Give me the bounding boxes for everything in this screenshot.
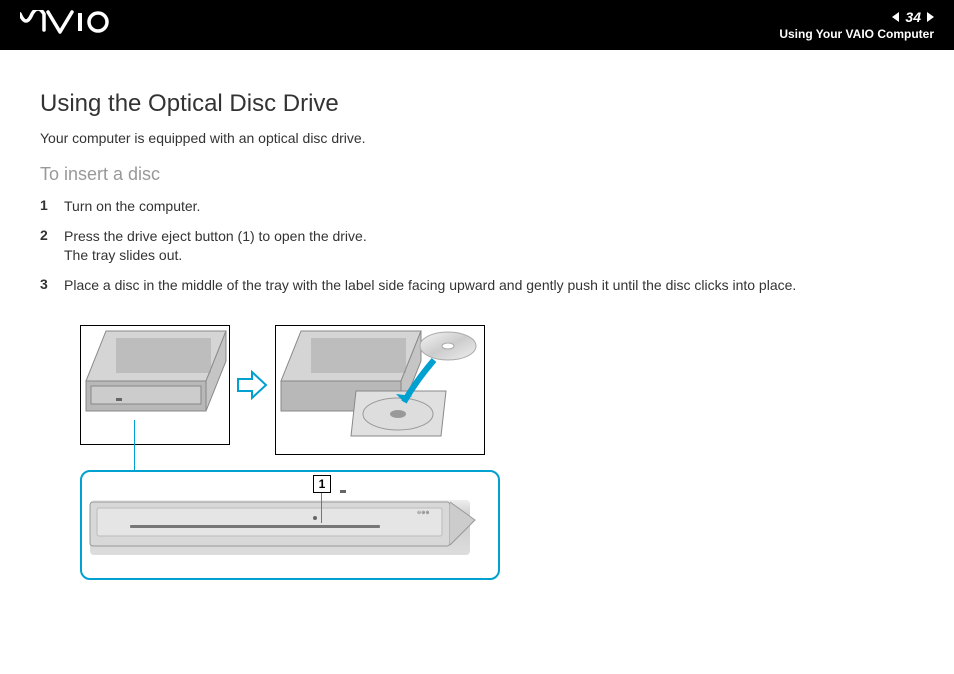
side-panel-illustration: ⊖⊕⊕ [90, 500, 470, 555]
step-text: Place a disc in the middle of the tray w… [64, 276, 914, 296]
callout-label: 1 [313, 475, 331, 493]
step-number: 3 [40, 276, 64, 296]
page-number: 34 [905, 9, 921, 25]
step-number: 2 [40, 227, 64, 266]
subtitle: To insert a disc [40, 164, 914, 185]
steps-list: 1 Turn on the computer. 2 Press the driv… [40, 197, 914, 295]
step-text: Turn on the computer. [64, 197, 914, 217]
step-text: Press the drive eject button (1) to open… [64, 227, 914, 266]
callout-line [321, 493, 322, 523]
header-right: 34 Using Your VAIO Computer [779, 9, 934, 41]
step-item: 2 Press the drive eject button (1) to op… [40, 227, 914, 266]
illustration: ⊖⊕⊕ 1 [70, 315, 520, 585]
sequence-arrow-icon [236, 370, 266, 400]
laptop-open-tray-illustration [275, 325, 485, 455]
page-nav: 34 [779, 9, 934, 25]
intro-text: Your computer is equipped with an optica… [40, 130, 914, 146]
prev-page-arrow-icon[interactable] [892, 12, 899, 22]
next-page-arrow-icon[interactable] [927, 12, 934, 22]
step-item: 1 Turn on the computer. [40, 197, 914, 217]
svg-text:⊖⊕⊕: ⊖⊕⊕ [417, 510, 430, 516]
header-bar: 34 Using Your VAIO Computer [0, 0, 954, 50]
breadcrumb: Using Your VAIO Computer [779, 27, 934, 41]
vaio-logo [20, 9, 110, 41]
laptop-closed-illustration [80, 325, 230, 445]
step-item: 3 Place a disc in the middle of the tray… [40, 276, 914, 296]
page-title: Using the Optical Disc Drive [40, 90, 914, 118]
page-content: Using the Optical Disc Drive Your comput… [0, 50, 954, 585]
step-number: 1 [40, 197, 64, 217]
